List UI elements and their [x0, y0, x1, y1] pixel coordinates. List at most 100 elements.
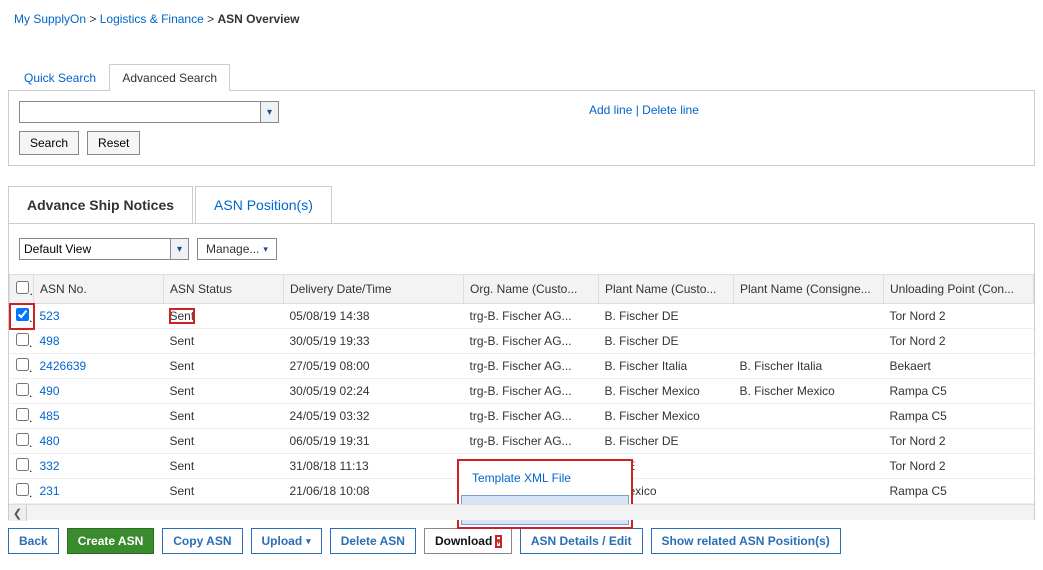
delivery-date: 31/08/18 11:13 — [284, 454, 464, 479]
asn-details-edit-button[interactable]: ASN Details / Edit — [520, 528, 643, 554]
download-button[interactable]: Download▾ — [424, 528, 512, 554]
row-checkbox[interactable] — [16, 433, 29, 446]
row-checkbox[interactable] — [16, 458, 29, 471]
asn-link[interactable]: 523 — [40, 309, 60, 323]
consignee-plant: B. Fischer Italia — [734, 354, 884, 379]
plant-name: B. Fischer DE — [599, 329, 734, 354]
tab-advanced-search[interactable]: Advanced Search — [109, 64, 230, 91]
row-checkbox[interactable] — [16, 408, 29, 421]
select-all-checkbox[interactable] — [16, 281, 29, 294]
row-checkbox[interactable] — [16, 308, 29, 321]
tab-quick-search[interactable]: Quick Search — [14, 65, 106, 91]
copy-asn-button[interactable]: Copy ASN — [162, 528, 242, 554]
consignee-plant — [734, 429, 884, 454]
consignee-plant — [734, 329, 884, 354]
delete-line-link[interactable]: Delete line — [642, 103, 699, 117]
unloading-point: Rampa C5 — [884, 379, 1034, 404]
scroll-left-icon[interactable]: ❮ — [9, 505, 27, 521]
asn-grid: ASN No. ASN Status Delivery Date/Time Or… — [8, 274, 1035, 520]
manage-views-button[interactable]: Manage... ▾ — [197, 238, 277, 260]
org-name: trg-B. Fischer AG... — [464, 329, 599, 354]
table-row[interactable]: 485Sent24/05/19 03:32trg-B. Fischer AG..… — [10, 404, 1034, 429]
menu-template-xml[interactable]: Template XML File — [461, 463, 629, 493]
upload-button[interactable]: Upload▾ — [251, 528, 322, 554]
consignee-plant — [734, 404, 884, 429]
horizontal-scrollbar[interactable]: ❮ — [9, 504, 1034, 520]
back-button[interactable]: Back — [8, 528, 59, 554]
unloading-point: Bekaert — [884, 354, 1034, 379]
chevron-down-icon[interactable]: ▾ — [170, 239, 188, 259]
search-tabs: Quick Search Advanced Search — [14, 64, 1035, 91]
breadcrumb-section[interactable]: Logistics & Finance — [100, 12, 204, 26]
caret-down-icon: ▾ — [496, 536, 501, 547]
manage-label: Manage... — [206, 242, 259, 256]
tab-asn-positions[interactable]: ASN Position(s) — [195, 186, 332, 223]
org-name: trg-B. Fischer AG... — [464, 354, 599, 379]
asn-status: Sent — [170, 409, 195, 423]
delivery-date: 30/05/19 19:33 — [284, 329, 464, 354]
column-org-name[interactable]: Org. Name (Custo... — [464, 275, 599, 304]
asn-link[interactable]: 2426639 — [40, 359, 87, 373]
plant-name: B. Fischer Italia — [599, 354, 734, 379]
delivery-date: 30/05/19 02:24 — [284, 379, 464, 404]
main-tabs: Advance Ship Notices ASN Position(s) — [8, 186, 1035, 224]
row-checkbox[interactable] — [16, 383, 29, 396]
asn-status: Sent — [170, 334, 195, 348]
column-consignee-plant[interactable]: Plant Name (Consigne... — [734, 275, 884, 304]
plant-name: B. Fischer DE — [599, 429, 734, 454]
org-name: trg-B. Fischer AG... — [464, 304, 599, 329]
asn-link[interactable]: 490 — [40, 384, 60, 398]
consignee-plant — [734, 304, 884, 329]
consignee-plant: B. Fischer Mexico — [734, 379, 884, 404]
asn-status: Sent — [170, 434, 195, 448]
unloading-point: Tor Nord 2 — [884, 429, 1034, 454]
reset-button[interactable]: Reset — [87, 131, 140, 155]
consignee-plant — [734, 454, 884, 479]
column-delivery[interactable]: Delivery Date/Time — [284, 275, 464, 304]
row-checkbox[interactable] — [16, 358, 29, 371]
org-name: trg-B. Fischer AG... — [464, 379, 599, 404]
show-related-positions-button[interactable]: Show related ASN Position(s) — [651, 528, 841, 554]
unloading-point: Rampa C5 — [884, 404, 1034, 429]
breadcrumb-root[interactable]: My SupplyOn — [14, 12, 86, 26]
create-asn-button[interactable]: Create ASN — [67, 528, 155, 554]
chevron-down-icon[interactable]: ▾ — [260, 102, 278, 122]
search-field-input[interactable] — [20, 102, 260, 122]
view-selector[interactable]: ▾ — [19, 238, 189, 260]
table-row[interactable]: 523 Sent 05/08/19 14:38trg-B. Fischer AG..… — [10, 304, 1034, 329]
org-name: trg-B. Fischer AG... — [464, 429, 599, 454]
delete-asn-button[interactable]: Delete ASN — [330, 528, 416, 554]
asn-link[interactable]: 480 — [40, 434, 60, 448]
row-checkbox[interactable] — [16, 483, 29, 496]
add-line-link[interactable]: Add line — [589, 103, 632, 117]
search-button[interactable]: Search — [19, 131, 79, 155]
caret-down-icon: ▾ — [306, 536, 311, 547]
plant-name: B. Fischer DE — [599, 304, 734, 329]
table-row[interactable]: 498 Sent 30/05/19 19:33trg-B. Fischer AG..… — [10, 329, 1034, 354]
view-selector-input[interactable] — [20, 239, 170, 259]
table-row[interactable]: 480Sent06/05/19 19:31trg-B. Fischer AG..… — [10, 429, 1034, 454]
table-row[interactable]: 490Sent30/05/19 02:24trg-B. Fischer AG..… — [10, 379, 1034, 404]
table-row[interactable]: 2426639Sent27/05/19 08:00trg-B. Fischer … — [10, 354, 1034, 379]
column-unloading-point[interactable]: Unloading Point (Con... — [884, 275, 1034, 304]
breadcrumb-current: ASN Overview — [217, 12, 299, 26]
search-field-combo[interactable]: ▾ — [19, 101, 279, 123]
column-asn-no[interactable]: ASN No. — [34, 275, 164, 304]
breadcrumb: My SupplyOn > Logistics & Finance > ASN … — [8, 8, 1035, 30]
asn-link[interactable]: 332 — [40, 459, 60, 473]
upload-label: Upload — [262, 534, 303, 548]
asn-link[interactable]: 231 — [40, 484, 60, 498]
tab-advance-ship-notices[interactable]: Advance Ship Notices — [8, 186, 193, 223]
unloading-point: Tor Nord 2 — [884, 304, 1034, 329]
unloading-point: Tor Nord 2 — [884, 454, 1034, 479]
unloading-point: Rampa C5 — [884, 479, 1034, 504]
view-bar: ▾ Manage... ▾ — [8, 224, 1035, 274]
unloading-point: Tor Nord 2 — [884, 329, 1034, 354]
asn-link[interactable]: 485 — [40, 409, 60, 423]
row-checkbox[interactable] — [16, 333, 29, 346]
asn-link[interactable]: 498 — [40, 334, 60, 348]
column-plant-name[interactable]: Plant Name (Custo... — [599, 275, 734, 304]
column-asn-status[interactable]: ASN Status — [164, 275, 284, 304]
delivery-date: 05/08/19 14:38 — [284, 304, 464, 329]
asn-status: Sent — [170, 309, 195, 323]
